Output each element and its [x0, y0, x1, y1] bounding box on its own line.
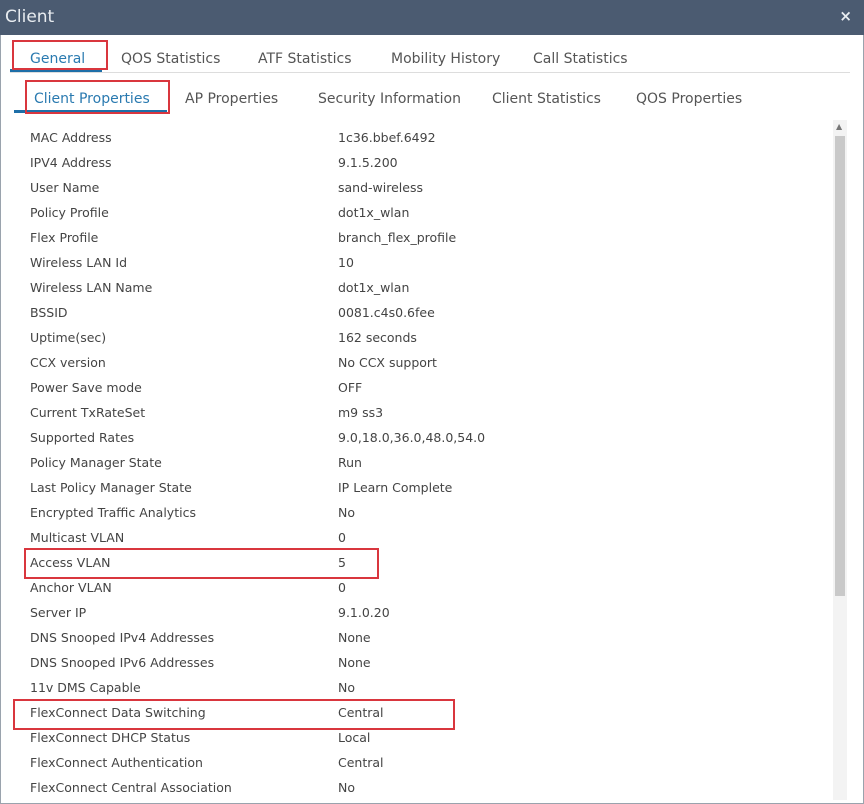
- property-label: Last Policy Manager State: [30, 480, 192, 495]
- property-value: None: [338, 655, 371, 670]
- property-value: dot1x_wlan: [338, 280, 410, 295]
- property-label: Policy Profile: [30, 205, 109, 220]
- property-label: Anchor VLAN: [30, 580, 112, 595]
- property-value: 9.0,18.0,36.0,48.0,54.0: [338, 430, 486, 445]
- property-label: DNS Snooped IPv6 Addresses: [30, 655, 215, 670]
- property-label: Supported Rates: [30, 430, 135, 445]
- property-value: Run: [338, 455, 362, 470]
- property-label: Current TxRateSet: [30, 405, 146, 420]
- property-value: OFF: [338, 380, 363, 395]
- property-value: 10: [338, 255, 354, 270]
- property-value: No CCX support: [338, 355, 437, 370]
- scrollbar[interactable]: ▲: [833, 120, 847, 800]
- property-value: 9.1.5.200: [338, 155, 398, 170]
- property-label: Encrypted Traffic Analytics: [30, 505, 196, 520]
- property-value: No: [338, 680, 355, 695]
- property-label: FlexConnect Central Association: [30, 780, 232, 795]
- property-label: Server IP: [30, 605, 87, 620]
- title-bar: Client ×: [0, 0, 864, 35]
- property-label: IPV4 Address: [30, 155, 112, 170]
- highlight-general: [12, 40, 108, 70]
- property-label: FlexConnect Authentication: [30, 755, 203, 770]
- tab-2[interactable]: ATF Statistics: [258, 51, 352, 67]
- property-label: Power Save mode: [30, 380, 142, 395]
- property-value: None: [338, 630, 371, 645]
- property-value: sand-wireless: [338, 180, 423, 195]
- tab-3[interactable]: Mobility History: [391, 51, 500, 67]
- property-value: 9.1.0.20: [338, 605, 390, 620]
- property-label: Flex Profile: [30, 230, 99, 245]
- property-label: MAC Address: [30, 130, 112, 145]
- property-label: DNS Snooped IPv4 Addresses: [30, 630, 215, 645]
- property-label: BSSID: [30, 305, 68, 320]
- subtab-1[interactable]: AP Properties: [185, 91, 278, 107]
- property-value: 0: [338, 580, 346, 595]
- subtab-2[interactable]: Security Information: [318, 91, 461, 107]
- property-label: Policy Manager State: [30, 455, 162, 470]
- property-label: Wireless LAN Id: [30, 255, 128, 270]
- property-label: User Name: [30, 180, 100, 195]
- property-value: 1c36.bbef.6492: [338, 130, 436, 145]
- property-value: IP Learn Complete: [338, 480, 453, 495]
- tab-1[interactable]: QOS Statistics: [121, 51, 220, 67]
- highlight-access-vlan: [24, 548, 379, 579]
- property-value: branch_flex_profile: [338, 230, 457, 245]
- tab-divider: [10, 72, 850, 73]
- property-label: Multicast VLAN: [30, 530, 125, 545]
- property-value: Central: [338, 755, 384, 770]
- close-icon[interactable]: ×: [839, 7, 852, 25]
- property-value: 0081.c4s0.6fee: [338, 305, 435, 320]
- property-value: dot1x_wlan: [338, 205, 410, 220]
- scroll-up-icon[interactable]: ▲: [836, 122, 842, 131]
- property-value: Local: [338, 730, 371, 745]
- subtab-4[interactable]: QOS Properties: [636, 91, 742, 107]
- property-label: CCX version: [30, 355, 106, 370]
- highlight-flexconnect-data-switching: [13, 699, 455, 730]
- subtab-3[interactable]: Client Statistics: [492, 91, 601, 107]
- property-label: 11v DMS Capable: [30, 680, 141, 695]
- dialog-title: Client: [5, 7, 55, 27]
- property-value: No: [338, 780, 355, 795]
- property-label: FlexConnect DHCP Status: [30, 730, 191, 745]
- property-label: Uptime(sec): [30, 330, 107, 345]
- tab-4[interactable]: Call Statistics: [533, 51, 628, 67]
- property-value: m9 ss3: [338, 405, 384, 420]
- property-value: No: [338, 505, 355, 520]
- highlight-client-properties: [25, 80, 170, 114]
- scrollbar-thumb[interactable]: [835, 136, 845, 596]
- property-value: 162 seconds: [338, 330, 417, 345]
- property-value: 0: [338, 530, 346, 545]
- property-label: Wireless LAN Name: [30, 280, 153, 295]
